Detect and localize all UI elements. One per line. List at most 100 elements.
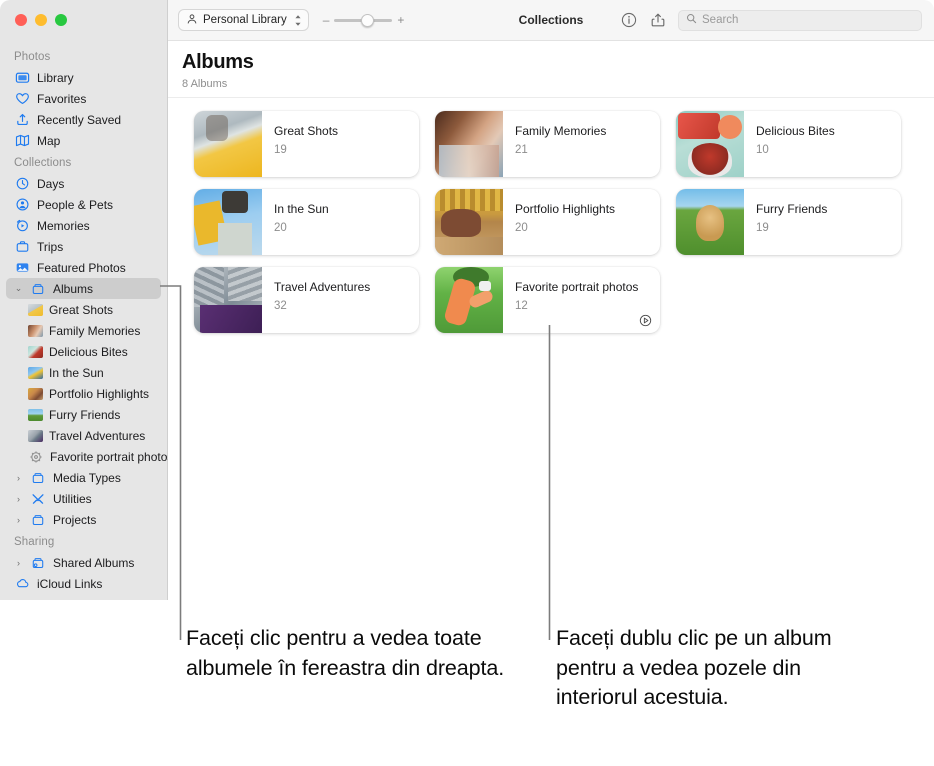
- projects-icon: [30, 512, 46, 528]
- sidebar-item-label: iCloud Links: [37, 576, 103, 591]
- album-card-body: Travel Adventures 32: [262, 267, 419, 333]
- sidebar-item-recently-saved[interactable]: Recently Saved: [6, 109, 161, 130]
- albums-grid: Great Shots 19 Family Memories 21 Delici…: [194, 111, 934, 333]
- album-name: Travel Adventures: [274, 280, 371, 294]
- sidebar-item-memories[interactable]: Memories: [6, 215, 161, 236]
- screenshot-root: Photos Library Favorites Recently Saved …: [0, 0, 934, 766]
- album-thumb: [28, 387, 43, 400]
- trips-icon: [14, 239, 30, 255]
- albums-icon: [30, 281, 46, 297]
- heart-icon: [14, 91, 30, 107]
- sidebar-list: Photos Library Favorites Recently Saved …: [0, 40, 173, 594]
- sidebar-item-delicious-bites[interactable]: Delicious Bites: [6, 341, 161, 362]
- sidebar-item-map[interactable]: Map: [6, 130, 161, 151]
- sidebar-item-media-types[interactable]: › Media Types: [6, 467, 161, 488]
- album-thumb: [28, 345, 43, 358]
- sidebar-item-days[interactable]: Days: [6, 173, 161, 194]
- zoom-slider-control[interactable]: – +: [323, 13, 404, 27]
- album-card[interactable]: Family Memories 21: [435, 111, 660, 177]
- callout-text-right: Faceți dublu clic pe un album pentru a v…: [556, 626, 832, 710]
- chevron-right-icon[interactable]: ›: [14, 515, 23, 525]
- album-card[interactable]: Portfolio Highlights 20: [435, 189, 660, 255]
- utilities-icon: [30, 491, 46, 507]
- sidebar-section-header-photos: Photos: [14, 51, 51, 63]
- album-name: Portfolio Highlights: [515, 202, 616, 216]
- zoom-in-label[interactable]: +: [397, 14, 404, 26]
- people-icon: [14, 197, 30, 213]
- sidebar-item-library[interactable]: Library: [6, 67, 161, 88]
- album-count: 19: [274, 143, 287, 156]
- sidebar-section-header-sharing: Sharing: [14, 536, 55, 548]
- zoom-slider-knob[interactable]: [361, 13, 375, 27]
- sidebar-item-people-and-pets[interactable]: People & Pets: [6, 194, 161, 215]
- album-card[interactable]: Furry Friends 19: [676, 189, 901, 255]
- sidebar-item-in-the-sun[interactable]: In the Sun: [6, 362, 161, 383]
- sidebar-item-label: Portfolio Highlights: [49, 386, 150, 401]
- sidebar-item-featured-photos[interactable]: Featured Photos: [6, 257, 161, 278]
- album-card-body: In the Sun 20: [262, 189, 419, 255]
- album-card[interactable]: In the Sun 20: [194, 189, 419, 255]
- sidebar-item-label: Favorites: [37, 91, 87, 106]
- traffic-lights: [0, 0, 167, 40]
- sidebar-item-label: Days: [37, 176, 65, 191]
- sidebar-item-shared-albums[interactable]: › Shared Albums: [6, 552, 161, 573]
- album-cover-thumbnail: [194, 267, 262, 333]
- close-button[interactable]: [15, 14, 27, 26]
- minimize-button[interactable]: [35, 14, 47, 26]
- chevron-right-icon[interactable]: ›: [14, 558, 23, 568]
- zoom-out-label[interactable]: –: [323, 14, 330, 26]
- zoom-button[interactable]: [55, 14, 67, 26]
- sidebar-item-albums[interactable]: ⌄ Albums: [6, 278, 161, 299]
- smart-album-icon: [28, 449, 44, 465]
- chevron-up-down-icon: [294, 14, 302, 27]
- album-card-body: Furry Friends 19: [744, 189, 901, 255]
- sidebar-item-furry-friends[interactable]: Furry Friends: [6, 404, 161, 425]
- sidebar-item-label: Memories: [37, 218, 90, 233]
- search-field[interactable]: Search: [678, 9, 922, 31]
- sidebar-item-great-shots[interactable]: Great Shots: [6, 299, 161, 320]
- media-types-icon: [30, 470, 46, 486]
- chevron-right-icon[interactable]: ›: [14, 473, 23, 483]
- sidebar-item-favorite-portrait-photos[interactable]: Favorite portrait photos: [6, 446, 173, 467]
- sidebar-item-portfolio-highlights[interactable]: Portfolio Highlights: [6, 383, 161, 404]
- sidebar-item-label: In the Sun: [49, 365, 104, 380]
- album-card[interactable]: Delicious Bites 10: [676, 111, 901, 177]
- sidebar-item-favorites[interactable]: Favorites: [6, 88, 161, 109]
- icloud-icon: [14, 576, 30, 592]
- album-thumb: [28, 303, 43, 316]
- sidebar-item-family-memories[interactable]: Family Memories: [6, 320, 161, 341]
- album-count: 32: [274, 299, 287, 312]
- sidebar-item-travel-adventures[interactable]: Travel Adventures: [6, 425, 161, 446]
- album-card-body: Favorite portrait photos 12: [503, 267, 660, 333]
- album-card-body: Great Shots 19: [262, 111, 419, 177]
- share-icon[interactable]: [649, 12, 666, 29]
- album-card[interactable]: Favorite portrait photos 12: [435, 267, 660, 333]
- sidebar-item-label: People & Pets: [37, 197, 114, 212]
- album-count: 20: [274, 221, 287, 234]
- album-card-body: Portfolio Highlights 20: [503, 189, 660, 255]
- sidebar: Photos Library Favorites Recently Saved …: [0, 0, 173, 600]
- album-count: 10: [756, 143, 769, 156]
- sidebar-item-label: Map: [37, 133, 61, 148]
- page-title: Albums: [182, 51, 254, 73]
- sidebar-item-utilities[interactable]: › Utilities: [6, 488, 161, 509]
- recently-saved-icon: [14, 112, 30, 128]
- search-input[interactable]: Search: [702, 14, 738, 26]
- sidebar-item-projects[interactable]: › Projects: [6, 509, 161, 530]
- album-count: 21: [515, 143, 528, 156]
- sidebar-item-icloud-links[interactable]: iCloud Links: [6, 573, 161, 594]
- album-card[interactable]: Travel Adventures 32: [194, 267, 419, 333]
- chevron-right-icon[interactable]: ›: [14, 494, 23, 504]
- info-icon[interactable]: [620, 12, 637, 29]
- album-thumb: [28, 408, 43, 421]
- album-card[interactable]: Great Shots 19: [194, 111, 419, 177]
- album-cover-thumbnail: [435, 111, 503, 177]
- sidebar-item-label: Furry Friends: [49, 407, 121, 422]
- sidebar-item-label: Media Types: [53, 470, 121, 485]
- map-icon: [14, 133, 30, 149]
- album-name: In the Sun: [274, 202, 329, 216]
- chevron-down-icon[interactable]: ⌄: [14, 283, 23, 294]
- zoom-slider-track[interactable]: [334, 13, 393, 27]
- sidebar-item-trips[interactable]: Trips: [6, 236, 161, 257]
- library-popup-button[interactable]: Personal Library: [178, 9, 309, 31]
